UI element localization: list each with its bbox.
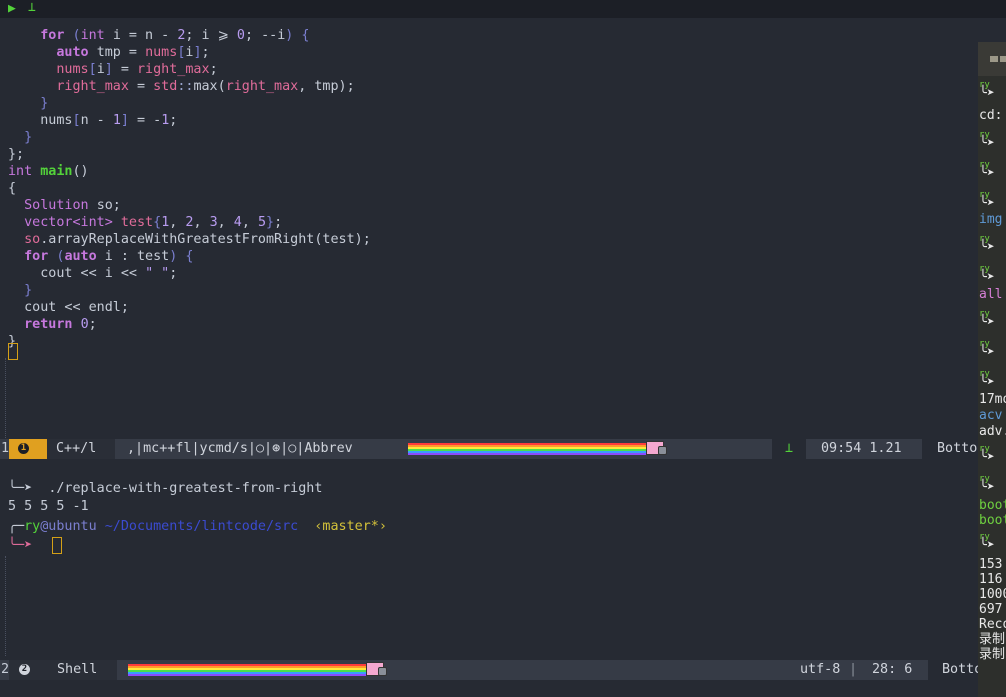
code-line: so.arrayReplaceWithGreatestFromRight(tes… — [8, 232, 371, 247]
code-line: } — [8, 283, 33, 298]
code-line: for (auto i : test) { — [8, 249, 194, 264]
shell-prompt: ╭─ry@ubuntu ~/Documents/lintcode/src ‹ma… — [8, 519, 387, 534]
prompt-fragment: ╰➤ — [979, 86, 995, 101]
prompt-fragment: ╰➤ — [979, 270, 995, 285]
badge-count: 1 — [18, 443, 29, 454]
position-segment: Botto — [928, 660, 982, 680]
cursor-position: 28: 6 — [872, 662, 913, 677]
code-line: cout << endl; — [8, 300, 129, 315]
play-icon[interactable]: ▶ — [8, 1, 16, 16]
code-line: } — [8, 130, 33, 145]
code-line: }; — [8, 147, 25, 162]
terminal-line: 录制 — [979, 647, 1006, 662]
fringe-dots — [5, 556, 7, 656]
badge-count: 2 — [19, 664, 30, 675]
buffer-position: Botto — [937, 441, 978, 456]
scroll-position: Botto — [942, 662, 983, 677]
nyan-cat-icon — [366, 662, 387, 676]
terminal-line: 697 — [979, 602, 1003, 617]
shell-input-line[interactable]: ╰─➤ — [8, 536, 32, 556]
code-line: vector<int> test{1, 2, 3, 4, 5}; — [8, 215, 283, 230]
prompt-fragment: ╰➤ — [979, 345, 995, 360]
code-line: auto tmp = nums[i]; — [8, 45, 210, 60]
prompt-fragment: ╰➤ — [979, 196, 995, 211]
window-number: 1 — [1, 441, 10, 456]
prompt-fragment: ╰➤ — [979, 315, 995, 330]
code-line: { — [8, 181, 17, 196]
separator: | — [849, 662, 858, 677]
terminal-line: 116 — [979, 572, 1003, 587]
shell-command-line: ╰─➤ ./replace-with-greatest-from-right — [8, 479, 322, 499]
top-bar: ▶ ⊥ — [0, 0, 1006, 18]
terminal-line: 1000 — [979, 587, 1006, 602]
terminal-line: boot — [979, 498, 1006, 513]
vcs-segment: ⊥ — [772, 439, 806, 459]
code-editor[interactable]: for (int i = n - 2; i ⩾ 0; --i) { auto t… — [0, 19, 978, 439]
code-line: nums[n - 1] = -1; — [8, 113, 178, 128]
shell-command: ./replace-with-greatest-from-right — [48, 481, 323, 496]
terminal-line: acv — [979, 408, 1003, 423]
major-mode[interactable]: Shell — [47, 660, 117, 680]
terminal-line: cd: — [979, 108, 1003, 123]
prompt-arrow: ╰─➤ — [8, 538, 33, 553]
nyan-cat-icon — [646, 441, 667, 455]
shell-mode-line[interactable]: 2 2 Shell utf-8 | 28: 6 Botto — [0, 660, 982, 680]
shell-output: 5 5 5 5 -1 — [8, 499, 89, 514]
position-segment: Botto — [922, 439, 978, 459]
code-line: Solution so; — [8, 198, 121, 213]
shell-cursor — [52, 537, 62, 554]
vcs-icon: ⊥ — [785, 441, 794, 456]
prompt-fragment: ╰➤ — [979, 538, 995, 553]
terminal-line: boot — [979, 513, 1006, 528]
prompt-fragment: ╰➤ — [979, 166, 995, 181]
error-badge[interactable]: 1 — [9, 439, 47, 459]
editor-mode-line[interactable]: 1 1 C++/l ,|mc++fl|ycmd/s|○|⊛|○|Abbrev ⊥… — [0, 439, 978, 459]
prompt-fragment: ╰➤ — [979, 136, 995, 151]
nyan-progress-bar[interactable] — [408, 443, 646, 455]
code-line: int main() — [8, 164, 89, 179]
prompt-fragment: ╰➤ — [979, 375, 995, 390]
command-arrow: ╰─➤ — [8, 481, 33, 496]
time-load: 09:54 1.21 — [821, 441, 902, 456]
editor-cursor — [8, 343, 18, 360]
code-line: } — [8, 96, 49, 111]
terminal-line: Reco — [979, 617, 1006, 632]
background-terminal[interactable]: ry ╰➤ cd: ry ╰➤ ry ╰➤ ry ╰➤ img ry ╰➤ ry… — [978, 42, 1006, 697]
minor-modes[interactable]: ,|mc++fl|ycmd/s|○|⊛|○|Abbrev — [127, 439, 353, 459]
code-line: nums[i] = right_max; — [8, 62, 218, 77]
nyan-progress-bar[interactable] — [128, 664, 366, 676]
code-line: cout << i << " "; — [8, 266, 178, 281]
terminal-line: adv. — [979, 424, 1006, 439]
prompt-fragment: ╰➤ — [979, 240, 995, 255]
terminal-titlebar — [978, 42, 1006, 76]
terminal-line: 录制 — [979, 632, 1006, 647]
terminal-line: img — [979, 212, 1003, 227]
prompt-fragment: ╰➤ — [979, 450, 995, 465]
encoding: utf-8 — [800, 662, 841, 677]
tee-icon: ⊥ — [28, 0, 36, 15]
terminal-line: 153 — [979, 557, 1003, 572]
fringe-dots — [5, 358, 7, 438]
window-number: 2 — [1, 662, 10, 677]
code-line: for (int i = n - 2; i ⩾ 0; --i) { — [8, 28, 310, 43]
major-mode[interactable]: C++/l — [47, 439, 115, 459]
terminal-line: 17mo — [979, 392, 1006, 407]
code-line: right_max = std::max(right_max, tmp); — [8, 79, 355, 94]
window-badge: 2 — [9, 660, 47, 680]
prompt-fragment: ╰➤ — [979, 480, 995, 495]
code-line: return 0; — [8, 317, 97, 332]
terminal-line: all — [979, 287, 1003, 302]
